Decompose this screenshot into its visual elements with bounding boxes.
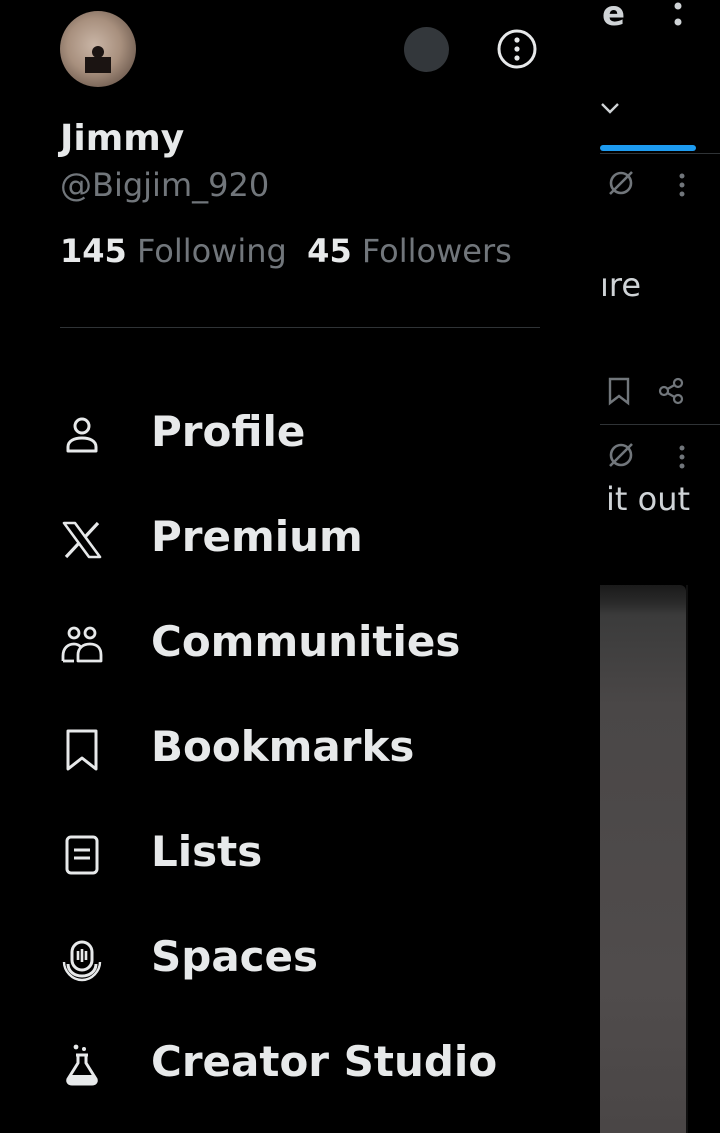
menu-item-communities[interactable]: Communities	[60, 603, 560, 683]
grok-icon[interactable]	[606, 168, 636, 198]
following-link[interactable]: 145 Following	[60, 232, 287, 270]
post-more-icon[interactable]	[674, 444, 690, 474]
display-name[interactable]: Jimmy	[60, 118, 184, 159]
divider	[60, 327, 540, 328]
menu-item-profile[interactable]: Profile	[60, 393, 560, 473]
post-image[interactable]	[600, 585, 686, 1133]
post-image-edge	[686, 585, 688, 1133]
menu-item-label: Premium	[151, 512, 363, 561]
timeline-divider	[600, 424, 720, 425]
chevron-down-icon[interactable]	[600, 98, 620, 118]
menu-item-spaces[interactable]: Spaces	[60, 918, 560, 998]
flask-icon	[66, 1044, 98, 1086]
timeline-header-fragment: e	[602, 0, 626, 34]
menu-item-creator-studio[interactable]: Creator Studio	[60, 1023, 560, 1103]
navigation-drawer: Jimmy @Bigjim_920 145 Following 45 Follo…	[0, 0, 600, 1133]
post-more-icon[interactable]	[674, 172, 690, 202]
avatar[interactable]	[60, 11, 136, 87]
list-icon	[65, 835, 99, 875]
switch-account-button[interactable]	[404, 27, 449, 72]
menu-item-label: Creator Studio	[151, 1037, 498, 1086]
x-logo-icon	[62, 521, 102, 559]
followers-count: 45	[307, 232, 352, 270]
grok-icon[interactable]	[606, 440, 636, 470]
timeline-divider	[600, 153, 720, 154]
menu-item-label: Profile	[151, 407, 306, 456]
menu-item-label: Spaces	[151, 932, 319, 981]
menu-item-premium[interactable]: Premium	[60, 498, 560, 578]
followers-label: Followers	[361, 232, 512, 270]
spaces-icon	[62, 940, 102, 982]
following-label: Following	[136, 232, 287, 270]
follow-stats: 145 Following 45 Followers	[60, 232, 512, 270]
person-icon	[66, 417, 98, 453]
avatar-figure-icon	[85, 46, 111, 73]
menu-item-lists[interactable]: Lists	[60, 813, 560, 893]
menu-item-bookmarks[interactable]: Bookmarks	[60, 708, 560, 788]
menu-item-label: Communities	[151, 617, 461, 666]
communities-icon	[61, 626, 103, 663]
post-text-fragment-2: it out	[606, 480, 691, 518]
background-timeline: e ıre it out	[600, 0, 720, 1133]
following-count: 145	[60, 232, 127, 270]
bookmark-small-icon[interactable]	[606, 376, 632, 406]
share-icon[interactable]	[656, 376, 686, 406]
bookmark-icon	[66, 729, 98, 771]
menu-item-label: Lists	[151, 827, 263, 876]
followers-link[interactable]: 45 Followers	[307, 232, 512, 270]
timeline-more-icon[interactable]	[670, 0, 686, 30]
more-options-icon[interactable]	[495, 27, 539, 71]
tab-indicator	[600, 145, 696, 151]
user-handle: @Bigjim_920	[60, 166, 270, 204]
post-text-fragment-1: ıre	[600, 266, 642, 304]
menu-item-label: Bookmarks	[151, 722, 415, 771]
